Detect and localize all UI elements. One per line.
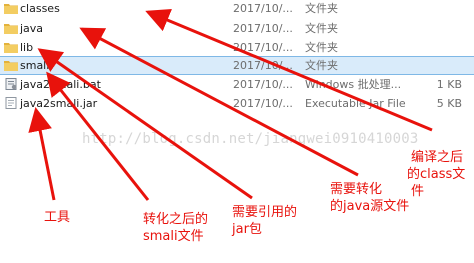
annotation-smali-line2: smali文件 xyxy=(143,229,204,244)
annotation-jar-line2: jar包 xyxy=(232,222,262,237)
arrow-smali xyxy=(46,71,150,201)
annotation-class-line1: 编译之后 xyxy=(411,150,464,165)
annotation-class-line2: 的class文 xyxy=(407,167,466,182)
annotation-smali-line1: 转化之后的 xyxy=(143,212,209,227)
annotation-java-line2: 的java源文件 xyxy=(330,199,410,214)
annotation-java-line1: 需要转化 xyxy=(330,182,383,197)
annotation-jar-line1: 需要引用的 xyxy=(232,205,298,220)
annotation-tool: 工具 xyxy=(44,210,71,225)
arrow-lib xyxy=(37,48,253,200)
arrow-java xyxy=(79,27,359,177)
annotation-class-line3: 件 xyxy=(411,184,425,199)
arrow-classes xyxy=(145,8,433,132)
arrow-jar xyxy=(28,107,56,201)
